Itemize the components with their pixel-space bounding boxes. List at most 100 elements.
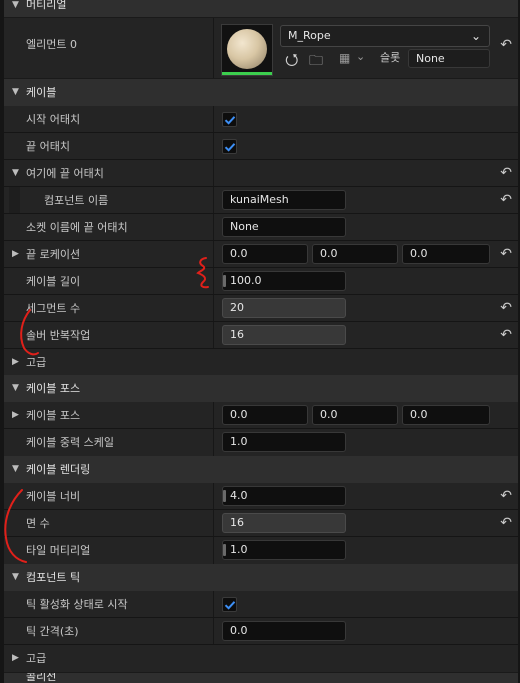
reset-arrow-icon[interactable]: ↶ bbox=[500, 187, 512, 214]
attach-start-checkbox[interactable] bbox=[222, 112, 237, 127]
triangle-down-icon[interactable]: ▼ bbox=[12, 79, 19, 106]
details-panel: ▼ 머티리얼 엘리먼트 0 M_Rope ⌄ ⭯ 🗀 ▦ ⌄ 슬롯 None ↶… bbox=[4, 0, 518, 683]
section-cable-title: 케이블 bbox=[26, 86, 57, 99]
component-name-input[interactable]: kunaiMesh bbox=[222, 190, 346, 210]
section-component-tick-title: 컴포넌트 틱 bbox=[26, 571, 81, 584]
drag-handle[interactable] bbox=[223, 275, 226, 287]
triangle-down-icon[interactable]: ▼ bbox=[12, 456, 19, 483]
attach-start-label: 시작 어태치 bbox=[26, 113, 81, 126]
cable-width-row: 케이블 너비 4.0 ↶ bbox=[4, 483, 518, 510]
attach-end-checkbox[interactable] bbox=[222, 139, 237, 154]
checker-icon[interactable]: ▦ bbox=[339, 51, 350, 65]
solver-iterations-input[interactable]: 16 bbox=[222, 325, 346, 345]
component-name-row: 컴포넌트 이름 kunaiMesh ↶ bbox=[4, 187, 518, 214]
tile-material-row: 타일 머티리얼 1.0 bbox=[4, 537, 518, 564]
tile-material-label: 타일 머티리얼 bbox=[26, 544, 91, 557]
triangle-right-icon[interactable]: ▶ bbox=[12, 402, 19, 429]
reset-arrow-icon[interactable]: ↶ bbox=[500, 322, 512, 349]
column-divider bbox=[213, 187, 214, 214]
triangle-right-icon[interactable]: ▶ bbox=[12, 349, 19, 376]
cable-length-value: 100.0 bbox=[230, 274, 262, 287]
cable-force-x[interactable]: 0.0 bbox=[222, 405, 308, 425]
reset-arrow-icon[interactable]: ↶ bbox=[500, 241, 512, 268]
column-divider bbox=[213, 483, 214, 510]
material-thumbnail[interactable] bbox=[221, 24, 273, 76]
tick-interval-input[interactable]: 0.0 bbox=[222, 621, 346, 641]
section-cable-rendering[interactable]: ▼ 케이블 렌더링 bbox=[4, 456, 518, 483]
cable-width-value: 4.0 bbox=[230, 489, 248, 502]
attach-end-row: 끝 어태치 bbox=[4, 133, 518, 160]
chevron-down-icon[interactable]: ⌄ bbox=[356, 50, 365, 63]
material-type-bar bbox=[222, 72, 272, 75]
reset-arrow-icon[interactable]: ↶ bbox=[500, 510, 512, 537]
num-segments-row: 세그먼트 수 20 ↶ bbox=[4, 295, 518, 322]
tick-start-enabled-row: 틱 활성화 상태로 시작 bbox=[4, 591, 518, 618]
section-cable[interactable]: ▼ 케이블 bbox=[4, 79, 518, 106]
attach-end-to-row[interactable]: ▼ 여기에 끝 어태치 ↶ bbox=[4, 160, 518, 187]
triangle-right-icon[interactable]: ▶ bbox=[12, 241, 19, 268]
cable-length-input[interactable]: 100.0 bbox=[222, 271, 346, 291]
material-dropdown[interactable]: M_Rope ⌄ bbox=[280, 25, 490, 47]
end-location-z[interactable]: 0.0 bbox=[402, 244, 490, 264]
section-collision[interactable]: 콜리전 bbox=[4, 673, 518, 683]
cable-advanced-label: 고급 bbox=[26, 356, 47, 369]
tick-advanced-label: 고급 bbox=[26, 652, 47, 665]
end-location-row[interactable]: ▶ 끝 로케이션 0.0 0.0 0.0 ↶ bbox=[4, 241, 518, 268]
tick-interval-row: 틱 간격(초) 0.0 bbox=[4, 618, 518, 645]
tick-start-enabled-checkbox[interactable] bbox=[222, 597, 237, 612]
reset-arrow-icon[interactable]: ↶ bbox=[500, 18, 512, 72]
triangle-down-icon[interactable]: ▼ bbox=[12, 375, 19, 402]
triangle-right-icon[interactable]: ▶ bbox=[12, 645, 19, 672]
end-location-y[interactable]: 0.0 bbox=[312, 244, 398, 264]
cable-advanced-row[interactable]: ▶ 고급 bbox=[4, 349, 518, 376]
column-divider bbox=[213, 241, 214, 268]
solver-iterations-label: 솔버 반복작업 bbox=[26, 329, 91, 342]
cable-force-y[interactable]: 0.0 bbox=[312, 405, 398, 425]
slot-value: None bbox=[416, 52, 445, 65]
gravity-scale-row: 케이블 중력 스케일 1.0 bbox=[4, 429, 518, 456]
end-location-label: 끝 로케이션 bbox=[26, 248, 81, 261]
num-sides-label: 면 수 bbox=[26, 517, 50, 530]
tick-advanced-row[interactable]: ▶ 고급 bbox=[4, 645, 518, 672]
section-cable-force-title: 케이블 포스 bbox=[26, 382, 81, 395]
num-sides-input[interactable]: 16 bbox=[222, 513, 346, 533]
triangle-down-icon[interactable]: ▼ bbox=[12, 564, 19, 591]
column-divider bbox=[213, 106, 214, 133]
drag-handle[interactable] bbox=[223, 490, 226, 502]
tile-material-input[interactable]: 1.0 bbox=[222, 540, 346, 560]
cable-force-z[interactable]: 0.0 bbox=[402, 405, 490, 425]
cable-force-row[interactable]: ▶ 케이블 포스 0.0 0.0 0.0 bbox=[4, 402, 518, 429]
triangle-down-icon[interactable]: ▼ bbox=[12, 0, 19, 17]
chevron-down-icon: ⌄ bbox=[470, 29, 481, 43]
cable-width-input[interactable]: 4.0 bbox=[222, 486, 346, 506]
socket-name-input[interactable]: None bbox=[222, 217, 346, 237]
section-component-tick[interactable]: ▼ 컴포넌트 틱 bbox=[4, 564, 518, 591]
section-cable-force[interactable]: ▼ 케이블 포스 bbox=[4, 375, 518, 402]
material-name: M_Rope bbox=[288, 29, 331, 42]
attach-end-label: 끝 어태치 bbox=[26, 140, 70, 153]
slot-dropdown[interactable]: None bbox=[408, 49, 490, 68]
num-segments-input[interactable]: 20 bbox=[222, 298, 346, 318]
indent-guide bbox=[9, 187, 20, 214]
reset-arrow-icon[interactable]: ↶ bbox=[500, 295, 512, 322]
folder-search-icon[interactable]: 🗀 bbox=[309, 50, 323, 74]
num-sides-row: 면 수 16 ↶ bbox=[4, 510, 518, 537]
gravity-scale-input[interactable]: 1.0 bbox=[222, 432, 346, 452]
socket-name-label: 소켓 이름에 끝 어태치 bbox=[26, 221, 128, 234]
reset-arrow-icon[interactable]: ↶ bbox=[500, 160, 512, 187]
attach-start-row: 시작 어태치 bbox=[4, 106, 518, 133]
browse-arrow-icon[interactable]: ⭯ bbox=[285, 49, 298, 76]
solver-iterations-row: 솔버 반복작업 16 ↶ bbox=[4, 322, 518, 349]
column-divider bbox=[213, 295, 214, 322]
section-cable-rendering-title: 케이블 렌더링 bbox=[26, 463, 91, 476]
reset-arrow-icon[interactable]: ↶ bbox=[500, 483, 512, 510]
tile-material-value: 1.0 bbox=[230, 543, 248, 556]
attach-end-to-label: 여기에 끝 어태치 bbox=[26, 167, 104, 180]
end-location-x[interactable]: 0.0 bbox=[222, 244, 308, 264]
num-segments-label: 세그먼트 수 bbox=[26, 302, 81, 315]
cable-length-label: 케이블 길이 bbox=[26, 275, 81, 288]
drag-handle[interactable] bbox=[223, 544, 226, 556]
section-material[interactable]: ▼ 머티리얼 bbox=[4, 0, 518, 17]
triangle-down-icon[interactable]: ▼ bbox=[12, 160, 19, 187]
tick-start-enabled-label: 틱 활성화 상태로 시작 bbox=[26, 598, 128, 611]
